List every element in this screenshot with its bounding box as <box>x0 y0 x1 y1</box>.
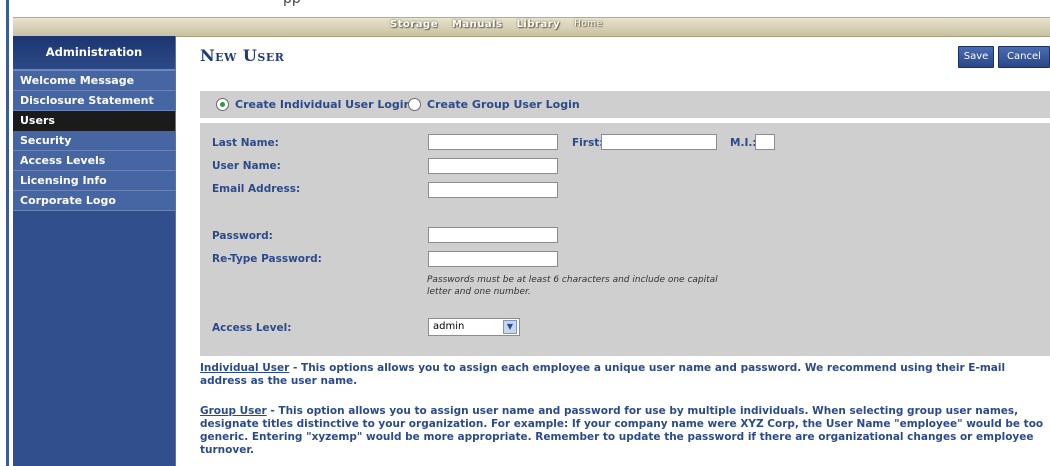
top-cutoff-text: pp <box>283 0 301 7</box>
individual-user-description: - This options allows you to assign each… <box>200 362 1006 387</box>
option-individual-label: Create Individual User Login <box>235 98 412 111</box>
password-label: Password: <box>212 230 273 242</box>
sidebar-item-users[interactable]: Users <box>13 111 175 131</box>
last-name-input[interactable] <box>428 134 558 150</box>
sidebar: Administration Welcome Message Disclosur… <box>13 36 176 466</box>
sidebar-item-disclosure-statement[interactable]: Disclosure Statement <box>13 91 175 111</box>
nav-items: Storage Manuals Library Home <box>390 19 603 30</box>
password-hint: Passwords must be at least 6 characters … <box>427 275 718 297</box>
group-user-description: - This option allows you to assign user … <box>200 405 1044 456</box>
first-name-label: First: <box>572 137 604 149</box>
sidebar-item-security[interactable]: Security <box>13 131 175 151</box>
top-strip: pp <box>13 0 1050 17</box>
radio-group[interactable] <box>408 98 421 111</box>
middle-initial-label: M.I.: <box>730 137 757 149</box>
nav-library[interactable]: Library <box>517 19 561 30</box>
chevron-down-icon[interactable]: ▼ <box>503 320 517 334</box>
password-input[interactable] <box>428 227 558 243</box>
sidebar-item-welcome-message[interactable]: Welcome Message <box>13 71 175 91</box>
email-label: Email Address: <box>212 183 301 195</box>
main-content: New User Save Cancel Create Individual U… <box>176 36 1050 466</box>
page-title: New User <box>200 46 285 65</box>
nav-home[interactable]: Home <box>574 19 603 30</box>
sidebar-heading: Administration <box>13 36 175 71</box>
cancel-button[interactable]: Cancel <box>998 46 1050 68</box>
sidebar-item-access-levels[interactable]: Access Levels <box>13 151 175 171</box>
user-form: Last Name: First: M.I.: User Name: Email… <box>200 123 1050 356</box>
top-nav-bar: Storage Manuals Library Home <box>13 17 1050 37</box>
retype-password-label: Re-Type Password: <box>212 253 322 265</box>
email-input[interactable] <box>428 182 558 198</box>
nav-manuals[interactable]: Manuals <box>452 19 503 30</box>
user-name-label: User Name: <box>212 160 281 172</box>
access-level-value: admin <box>433 321 465 332</box>
access-level-select[interactable]: admin ▼ <box>428 318 520 336</box>
individual-user-link[interactable]: Individual User <box>200 362 289 374</box>
option-group-login[interactable]: Create Group User Login <box>408 91 580 118</box>
user-name-input[interactable] <box>428 158 558 174</box>
sidebar-item-corporate-logo[interactable]: Corporate Logo <box>13 191 175 211</box>
first-name-input[interactable] <box>601 134 717 150</box>
option-individual-login[interactable]: Create Individual User Login <box>216 91 411 118</box>
window-left-edge <box>0 0 13 466</box>
group-user-link[interactable]: Group User <box>200 405 267 417</box>
nav-storage[interactable]: Storage <box>390 19 438 30</box>
individual-user-info: Individual User - This options allows yo… <box>200 362 1050 388</box>
last-name-label: Last Name: <box>212 137 279 149</box>
option-group-label: Create Group User Login <box>427 98 580 111</box>
login-type-options: Create Individual User Login Create Grou… <box>200 91 1050 118</box>
group-user-info: Group User - This option allows you to a… <box>200 405 1050 457</box>
radio-individual[interactable] <box>216 98 229 111</box>
middle-initial-input[interactable] <box>755 134 775 150</box>
retype-password-input[interactable] <box>428 251 558 267</box>
sidebar-item-licensing-info[interactable]: Licensing Info <box>13 171 175 191</box>
access-level-label: Access Level: <box>212 322 292 334</box>
save-button[interactable]: Save <box>958 46 994 68</box>
